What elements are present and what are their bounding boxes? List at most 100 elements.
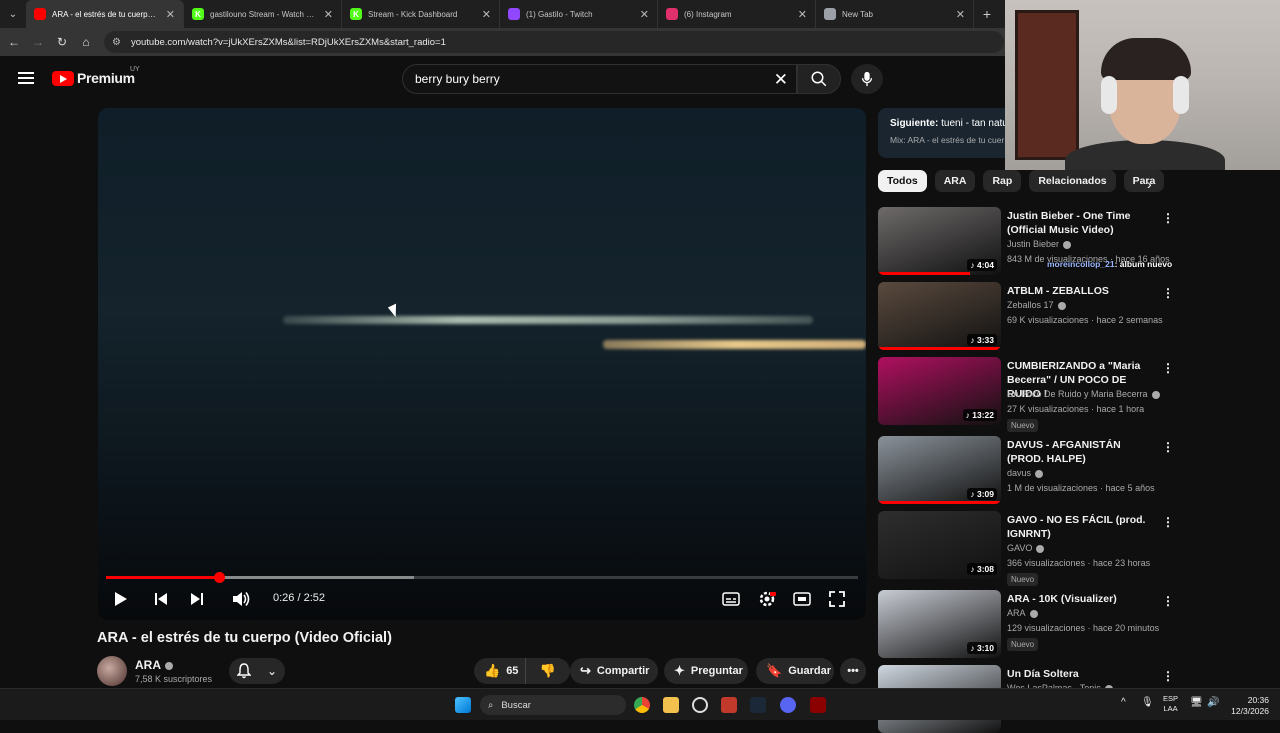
dislike-button[interactable]: 👎 (526, 658, 570, 684)
tab-title: (1) Gastilo - Twitch (526, 9, 593, 19)
music-note-icon: ♪ (970, 564, 975, 574)
filter-chip[interactable]: ARA (934, 170, 976, 192)
more-vertical-icon[interactable]: ⋮ (1162, 361, 1174, 375)
scrubber-handle[interactable] (213, 572, 225, 583)
home-icon[interactable]: ⌂ (74, 35, 98, 49)
recommendation-channel[interactable]: Un Poco De Ruido y Maria Becerra (1007, 389, 1160, 399)
network-icon[interactable]: 🖥 (1190, 698, 1203, 708)
obs-icon[interactable] (692, 697, 708, 713)
reload-icon[interactable]: ↻ (50, 35, 74, 49)
voice-search-button[interactable] (851, 64, 883, 94)
speaker-icon[interactable]: 🔊 (1207, 698, 1219, 708)
close-tab-icon[interactable]: ✕ (798, 8, 807, 21)
browser-tab[interactable]: New Tab ✕ (816, 0, 974, 28)
fullscreen-button[interactable] (824, 588, 850, 610)
close-tab-icon[interactable]: ✕ (324, 8, 333, 21)
filter-chip[interactable]: Rap (983, 170, 1022, 192)
recommendation-channel[interactable]: Justin Bieber (1007, 239, 1072, 249)
video-thumbnail[interactable]: ♪ 3:08 (878, 511, 1001, 579)
menu-icon[interactable] (18, 72, 34, 84)
subtitles-button[interactable] (718, 588, 744, 610)
language-indicator[interactable]: ESP LAA (1163, 694, 1178, 714)
filter-chip[interactable]: Todos (878, 170, 927, 192)
recommendation-channel[interactable]: GAVO (1007, 543, 1045, 553)
close-tab-icon[interactable]: ✕ (640, 8, 649, 21)
forward-icon[interactable]: → (26, 35, 50, 49)
browser-tab[interactable]: Kgastilouno Stream - Watch Live ✕ (184, 0, 342, 28)
discord-icon[interactable] (780, 697, 796, 713)
recommendation-channel[interactable]: ARA (1007, 608, 1038, 618)
share-icon: ↪ (580, 663, 591, 678)
subscribed-button[interactable]: ⌄ (229, 658, 285, 684)
recommendation-item[interactable]: ♪ 3:09 DAVUS - AFGANISTÁN (PROD. HALPE) da… (878, 436, 1178, 504)
close-tab-icon[interactable]: ✕ (482, 8, 491, 21)
time-display: 0:26 / 2:52 (273, 592, 325, 604)
new-tab-button[interactable]: + (974, 6, 1000, 22)
volume-button[interactable] (228, 588, 254, 610)
video-thumbnail[interactable]: ♪ 4:04 (878, 207, 1001, 275)
system-clock[interactable]: 20:36 12/3/2026 (1225, 695, 1269, 717)
taskbar-search[interactable]: ⌕ Buscar (480, 695, 626, 715)
more-vertical-icon[interactable]: ⋮ (1162, 211, 1174, 225)
recommendation-channel[interactable]: davus (1007, 468, 1044, 478)
chevron-right-icon[interactable]: › (1147, 176, 1152, 192)
windows-start-icon[interactable] (455, 697, 471, 713)
recommendation-item[interactable]: ♪ 3:08 GAVO - NO ES FÁCIL (prod. IGNRNT) G… (878, 511, 1178, 586)
clear-search-icon[interactable]: ✕ (774, 70, 788, 90)
channel-avatar[interactable] (97, 656, 127, 686)
steam-icon[interactable] (750, 697, 766, 713)
recommendation-title: ARA - 10K (Visualizer) (1007, 593, 1117, 605)
more-vertical-icon[interactable]: ⋮ (1162, 440, 1174, 454)
video-thumbnail[interactable]: ♪ 3:33 (878, 282, 1001, 350)
file-explorer-icon[interactable] (663, 697, 679, 713)
recommendation-channel-text: Un Poco De Ruido y Maria Becerra (1007, 389, 1148, 399)
ask-button[interactable]: ✦ Preguntar (664, 658, 748, 684)
browser-tab[interactable]: K Stream - Kick Dashboard ✕ (342, 0, 500, 28)
more-vertical-icon[interactable]: ⋮ (1162, 669, 1174, 683)
back-icon[interactable]: ← (2, 35, 26, 49)
up-next-panel[interactable]: Siguiente: tueni - tan natu Mix: ARA - e… (878, 108, 1005, 158)
previous-button[interactable] (148, 588, 174, 610)
browser-tab[interactable]: (6) Instagram ✕ (658, 0, 816, 28)
app-icon-2[interactable] (810, 697, 826, 713)
filter-chip[interactable]: Para (1123, 170, 1165, 192)
search-input[interactable]: berry bury berry ✕ (402, 64, 797, 94)
video-title: ARA - el estrés de tu cuerpo (Video Ofic… (97, 630, 392, 646)
app-icon[interactable] (721, 697, 737, 713)
close-tab-icon[interactable]: ✕ (166, 8, 175, 21)
share-button[interactable]: ↪ Compartir (570, 658, 658, 684)
video-thumbnail[interactable]: ♪ 3:10 (878, 590, 1001, 658)
more-vertical-icon[interactable]: ⋮ (1162, 594, 1174, 608)
filter-chip[interactable]: Relacionados (1029, 170, 1116, 192)
settings-button[interactable] (754, 588, 780, 610)
next-button[interactable] (184, 588, 210, 610)
recommendation-item[interactable]: ♪ 13:22 CUMBIERIZANDO a "Maria Becerra" /… (878, 357, 1178, 432)
recommendation-channel[interactable]: Zeballos 17 (1007, 300, 1066, 310)
tray-mic-icon[interactable]: 🎙 (1141, 698, 1154, 708)
more-vertical-icon[interactable]: ⋮ (1162, 286, 1174, 300)
video-thumbnail[interactable]: ♪ 13:22 (878, 357, 1001, 425)
tab-search-chevron-icon[interactable]: ⌄ (0, 0, 26, 28)
recommendation-item[interactable]: ♪ 3:33 ATBLM - ZEBALLOS Zeballos 17 69 K vi… (878, 282, 1178, 350)
video-player[interactable]: 0:26 / 2:52 (98, 108, 866, 620)
like-count: 65 (506, 665, 519, 677)
search-button[interactable] (797, 64, 841, 94)
miniplayer-button[interactable] (789, 588, 815, 610)
youtube-logo[interactable]: Premium UY (52, 66, 140, 86)
address-bar[interactable]: ⚙ youtube.com/watch?v=jUkXErsZXMs&list=R… (104, 31, 1004, 53)
more-vertical-icon[interactable]: ⋮ (1162, 515, 1174, 529)
channel-name[interactable]: ARA (135, 658, 173, 672)
close-tab-icon[interactable]: ✕ (956, 8, 965, 21)
site-settings-icon[interactable]: ⚙ (112, 37, 121, 48)
chrome-icon[interactable] (634, 697, 650, 713)
browser-tab[interactable]: ARA - el estrés de tu cuerpo (V ✕ (26, 0, 184, 28)
play-button[interactable] (108, 588, 134, 610)
recommendation-item[interactable]: ♪ 3:10 ARA - 10K (Visualizer) ARA 129 visua… (878, 590, 1178, 658)
more-actions-button[interactable]: ••• (840, 658, 866, 684)
tray-chevron-up-icon[interactable]: ^ (1121, 698, 1126, 708)
save-button[interactable]: 🔖 Guardar (756, 658, 834, 684)
browser-tab[interactable]: (1) Gastilo - Twitch ✕ (500, 0, 658, 28)
video-thumbnail[interactable]: ♪ 3:09 (878, 436, 1001, 504)
like-button[interactable]: 👍 65 (474, 658, 526, 684)
progress-bar[interactable] (106, 572, 858, 583)
